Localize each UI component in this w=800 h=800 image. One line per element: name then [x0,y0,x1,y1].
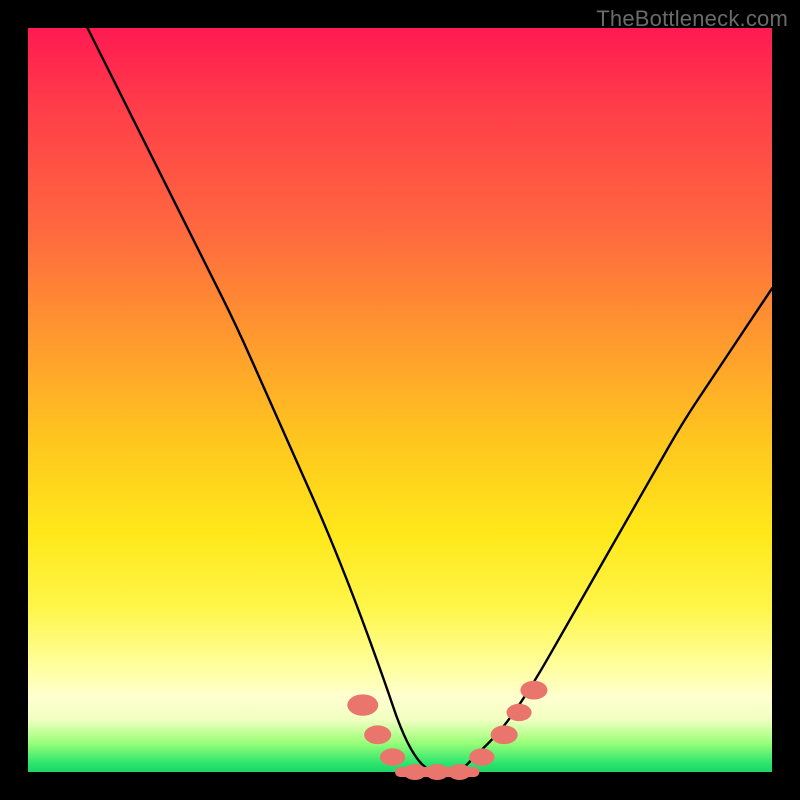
curve-marker [520,681,547,700]
curve-marker [364,725,391,744]
chart-frame: TheBottleneck.com [0,0,800,800]
curve-marker [347,694,378,715]
curve-marker [469,748,494,765]
bottleneck-curve-svg [28,28,772,772]
curve-markers [347,681,547,780]
bottleneck-curve [88,28,772,772]
plot-area [28,28,772,772]
curve-marker [380,748,405,765]
curve-marker [448,764,471,780]
curve-marker [506,704,531,721]
curve-marker [426,764,449,780]
curve-marker [403,764,426,780]
curve-marker [491,725,518,744]
